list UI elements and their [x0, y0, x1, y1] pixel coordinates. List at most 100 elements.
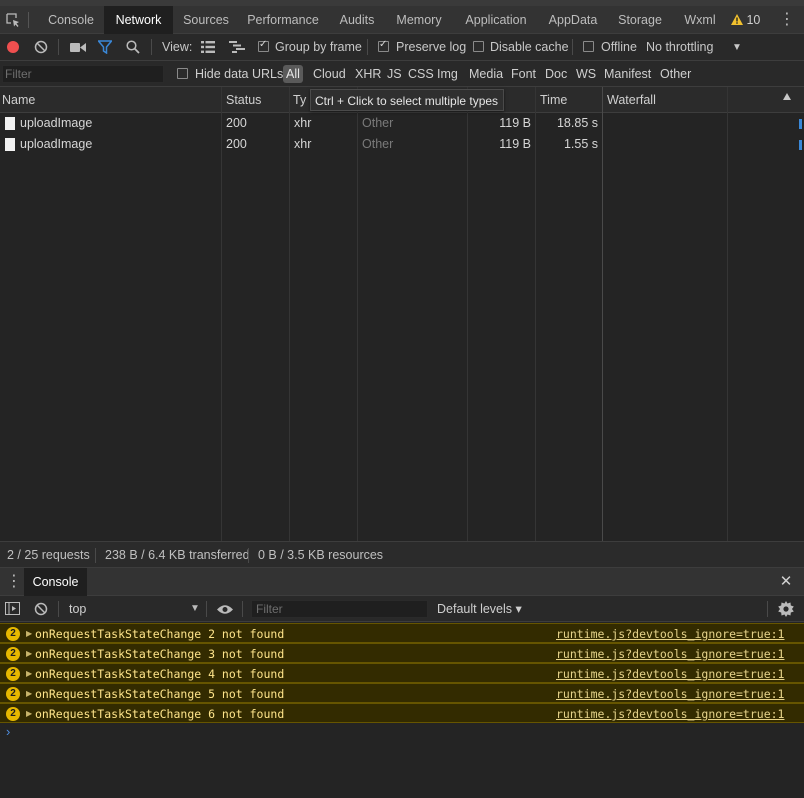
table-row[interactable]: uploadImage 200 xhr Other 119 B 18.85 s	[0, 113, 804, 134]
filter-type-img[interactable]: Img	[437, 61, 458, 87]
record-button[interactable]	[7, 41, 19, 53]
column-divider[interactable]	[602, 87, 603, 541]
tab-memory[interactable]: Memory	[390, 6, 448, 34]
expand-triangle-icon[interactable]: ▶	[26, 624, 32, 644]
console-warning-message[interactable]: 2 ▶ onRequestTaskStateChange 6 not found…	[0, 703, 804, 723]
throttling-select[interactable]: No throttling	[646, 34, 713, 61]
network-toolbar: View: Group by frame Preserve log Disabl…	[0, 34, 804, 61]
clear-icon[interactable]	[34, 40, 48, 54]
more-options-icon[interactable]: ⋮	[779, 6, 795, 34]
repeat-count-badge: 2	[6, 707, 20, 721]
preserve-log-label: Preserve log	[396, 40, 467, 54]
settings-gear-icon[interactable]	[778, 601, 794, 617]
tab-network[interactable]: Network	[104, 6, 173, 34]
console-filter-input[interactable]	[251, 600, 428, 618]
filter-type-font[interactable]: Font	[511, 61, 536, 87]
request-name: uploadImage	[20, 116, 93, 130]
toolbar-separator	[58, 601, 59, 617]
console-warning-message[interactable]: 2 ▶ onRequestTaskStateChange 2 not found…	[0, 623, 804, 643]
drawer-tab-bar: ⋮ Console ✕	[0, 568, 804, 596]
column-time[interactable]: Time	[540, 87, 567, 113]
repeat-count-badge: 2	[6, 667, 20, 681]
summary-separator	[248, 548, 249, 563]
preserve-log-checkbox[interactable]	[378, 39, 389, 52]
tab-application[interactable]: Application	[458, 6, 534, 34]
hide-data-urls-checkbox[interactable]	[177, 68, 188, 79]
group-by-frame-label: Group by frame	[275, 40, 362, 54]
message-source-link[interactable]: runtime.js?devtools_ignore=true:1	[556, 684, 784, 704]
console-warning-message[interactable]: 2 ▶ onRequestTaskStateChange 4 not found…	[0, 663, 804, 683]
inspect-element-icon[interactable]	[4, 11, 22, 29]
tab-console[interactable]: Console	[39, 6, 103, 34]
warning-counter[interactable]: 10	[731, 6, 760, 34]
column-waterfall[interactable]: Waterfall	[607, 87, 656, 113]
live-expression-eye-icon[interactable]	[216, 604, 234, 615]
column-name[interactable]: Name	[2, 87, 35, 113]
context-selector[interactable]: top	[69, 596, 86, 622]
message-source-link[interactable]: runtime.js?devtools_ignore=true:1	[556, 624, 784, 644]
filter-type-ws[interactable]: WS	[576, 61, 596, 87]
expand-triangle-icon[interactable]: ▶	[26, 704, 32, 724]
offline-label: Offline	[601, 40, 637, 54]
show-sidebar-icon[interactable]	[5, 602, 20, 615]
hide-data-urls-label: Hide data URLs	[195, 67, 284, 81]
overview-icon[interactable]	[229, 41, 245, 53]
filter-type-other[interactable]: Other	[660, 61, 691, 87]
message-source-link[interactable]: runtime.js?devtools_ignore=true:1	[556, 644, 784, 664]
tab-sources[interactable]: Sources	[176, 6, 236, 34]
drawer-menu-icon[interactable]: ⋮	[6, 568, 22, 596]
column-divider[interactable]	[467, 87, 468, 541]
tab-appdata[interactable]: AppData	[542, 6, 604, 34]
filter-type-doc[interactable]: Doc	[545, 61, 567, 87]
offline-checkbox[interactable]	[583, 41, 594, 52]
context-dropdown-icon[interactable]: ▼	[190, 596, 200, 622]
filter-type-css[interactable]: CSS	[408, 61, 434, 87]
search-icon[interactable]	[126, 40, 140, 54]
network-filter-input[interactable]	[2, 65, 164, 83]
group-by-frame-checkbox[interactable]	[258, 39, 269, 52]
console-prompt-icon[interactable]: ›	[6, 724, 10, 739]
column-divider[interactable]	[357, 87, 358, 541]
drawer-tab-console[interactable]: Console	[24, 568, 87, 596]
large-rows-icon[interactable]	[201, 41, 215, 53]
column-divider[interactable]	[535, 87, 536, 541]
message-source-link[interactable]: runtime.js?devtools_ignore=true:1	[556, 664, 784, 684]
console-warning-message[interactable]: 2 ▶ onRequestTaskStateChange 5 not found…	[0, 683, 804, 703]
close-drawer-icon[interactable]: ✕	[779, 568, 793, 596]
column-divider[interactable]	[221, 87, 222, 541]
repeat-count-badge: 2	[6, 647, 20, 661]
console-warning-message[interactable]: 2 ▶ onRequestTaskStateChange 3 not found…	[0, 643, 804, 663]
filter-type-manifest[interactable]: Manifest	[604, 61, 651, 87]
capture-screenshots-icon[interactable]	[70, 42, 86, 53]
tab-wxml[interactable]: Wxml	[676, 6, 724, 34]
console-messages: 2 ▶ onRequestTaskStateChange 2 not found…	[0, 622, 804, 798]
toolbar-separator	[58, 39, 59, 55]
sort-ascending-icon[interactable]	[783, 93, 791, 100]
request-initiator: Other	[362, 116, 394, 130]
tab-performance[interactable]: Performance	[240, 6, 326, 34]
filter-type-xhr[interactable]: XHR	[355, 61, 381, 87]
message-text: onRequestTaskStateChange 6 not found	[35, 707, 285, 721]
clear-console-icon[interactable]	[34, 602, 48, 616]
filter-type-media[interactable]: Media	[469, 61, 503, 87]
tab-audits[interactable]: Audits	[332, 6, 382, 34]
throttling-dropdown-icon[interactable]: ▼	[732, 34, 742, 61]
column-status[interactable]: Status	[226, 87, 261, 113]
column-divider[interactable]	[289, 87, 290, 541]
view-label: View:	[162, 40, 193, 54]
column-type[interactable]: Ty	[293, 87, 306, 113]
tab-storage[interactable]: Storage	[612, 6, 668, 34]
expand-triangle-icon[interactable]: ▶	[26, 664, 32, 684]
log-levels-dropdown[interactable]: Default levels ▾	[437, 596, 522, 622]
filter-type-all[interactable]: All	[283, 65, 303, 83]
filter-tooltip: Ctrl + Click to select multiple types	[310, 89, 504, 111]
message-source-link[interactable]: runtime.js?devtools_ignore=true:1	[556, 704, 784, 724]
disable-cache-checkbox[interactable]	[473, 41, 484, 52]
filter-icon[interactable]	[98, 40, 112, 54]
expand-triangle-icon[interactable]: ▶	[26, 644, 32, 664]
filter-type-js[interactable]: JS	[387, 61, 402, 87]
filter-type-cloud[interactable]: Cloud	[313, 61, 346, 87]
expand-triangle-icon[interactable]: ▶	[26, 684, 32, 704]
table-row[interactable]: uploadImage 200 xhr Other 119 B 1.55 s	[0, 134, 804, 155]
request-time: 1.55 s	[563, 137, 598, 151]
